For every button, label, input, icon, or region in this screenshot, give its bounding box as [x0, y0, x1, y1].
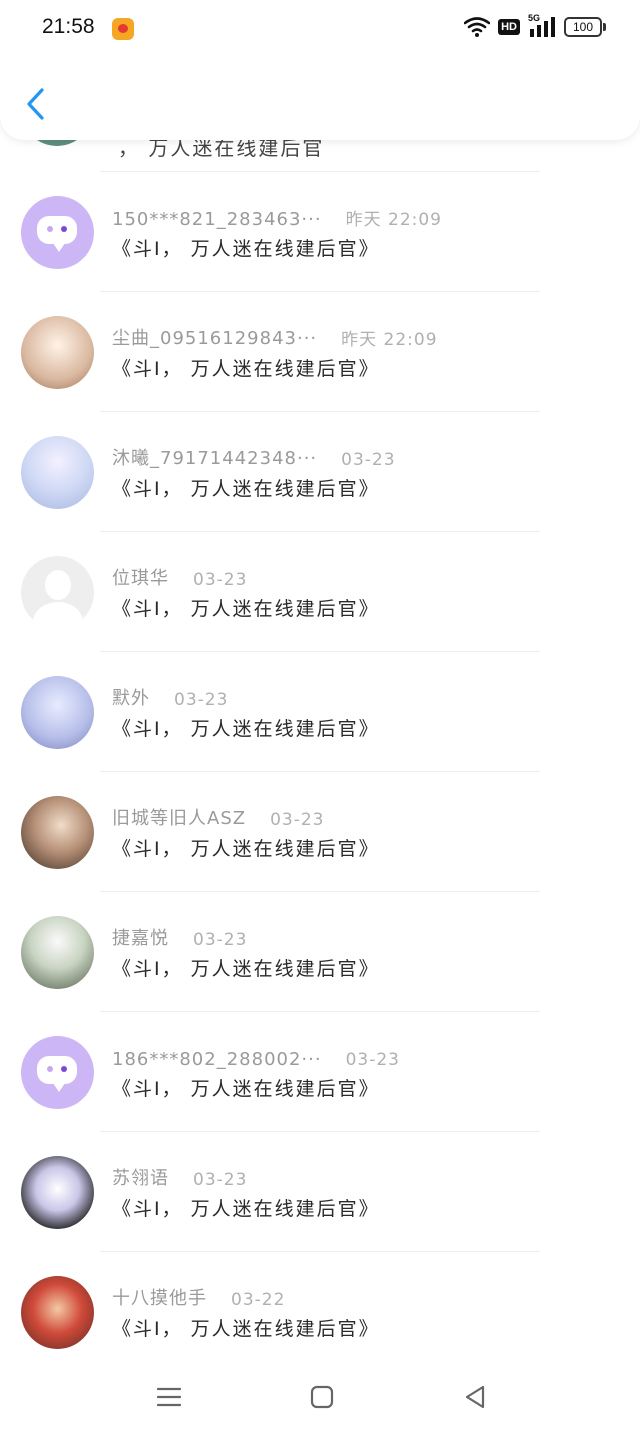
status-indicators: HD 5G 100 — [464, 13, 606, 38]
message-preview: 《斗I， 万人迷在线建后官》 — [112, 838, 380, 860]
avatar — [21, 1276, 94, 1349]
square-icon — [310, 1385, 334, 1409]
chat-list-screen: ， 万人迷在线建后官 21:58 HD 5G 100 150***821_283… — [0, 0, 640, 1433]
message-preview: 《斗I， 万人迷在线建后官》 — [112, 478, 380, 500]
timestamp: 03-23 — [345, 1050, 400, 1070]
timestamp: 03-23 — [193, 930, 248, 950]
contact-name: 默外 — [112, 688, 150, 709]
name-line: 旧城等旧人ASZ 03-23 — [112, 798, 520, 830]
timestamp: 03-23 — [270, 810, 325, 830]
menu-button[interactable] — [152, 1380, 186, 1414]
home-button[interactable] — [305, 1380, 339, 1414]
message-preview: 《斗I， 万人迷在线建后官》 — [112, 598, 380, 620]
name-line: 位琪华 03-23 — [112, 558, 520, 590]
list-item[interactable]: 十八摸他手 03-22 《斗I， 万人迷在线建后官》 — [0, 1252, 640, 1371]
contact-name: 沐曦_79171442348··· — [112, 448, 318, 469]
hd-badge: HD — [498, 19, 520, 35]
timestamp: 03-22 — [231, 1290, 286, 1310]
list-item[interactable]: 默外 03-23 《斗I， 万人迷在线建后官》 — [0, 652, 640, 771]
timestamp: 03-23 — [193, 1170, 248, 1190]
menu-icon — [156, 1387, 182, 1407]
timestamp: 昨天 22:09 — [341, 330, 438, 350]
name-line: 苏翎语 03-23 — [112, 1158, 520, 1190]
system-nav-bar — [0, 1360, 640, 1433]
back-button[interactable] — [18, 84, 54, 124]
contact-name: 捷嘉悦 — [112, 928, 169, 949]
wifi-icon — [464, 17, 491, 37]
avatar — [21, 676, 94, 749]
message-bubble-icon — [37, 1056, 77, 1092]
contact-name: 十八摸他手 — [112, 1288, 207, 1309]
contact-name: 150***821_283463··· — [112, 209, 322, 230]
message-bubble-icon — [37, 216, 77, 252]
name-line: 捷嘉悦 03-23 — [112, 918, 520, 950]
avatar — [21, 196, 94, 269]
previous-list-item[interactable]: ， 万人迷在线建后官 — [0, 140, 640, 172]
contact-name: 尘曲_09516129843··· — [112, 328, 318, 349]
message-preview: 《斗I， 万人迷在线建后官》 — [112, 238, 380, 260]
avatar — [21, 916, 94, 989]
timestamp: 03-23 — [193, 570, 248, 590]
avatar — [21, 796, 94, 869]
name-line: 尘曲_09516129843··· 昨天 22:09 — [112, 318, 520, 350]
list-item[interactable]: 尘曲_09516129843··· 昨天 22:09 《斗I， 万人迷在线建后官… — [0, 292, 640, 411]
avatar — [21, 316, 94, 389]
list-item[interactable]: 沐曦_79171442348··· 03-23 《斗I， 万人迷在线建后官》 — [0, 412, 640, 531]
name-line: 默外 03-23 — [112, 678, 520, 710]
timestamp: 昨天 22:09 — [345, 210, 442, 230]
chevron-left-icon — [27, 88, 44, 120]
signal-icon: 5G — [528, 13, 556, 38]
message-preview: 《斗I， 万人迷在线建后官》 — [112, 958, 380, 980]
list-item[interactable]: 苏翎语 03-23 《斗I， 万人迷在线建后官》 — [0, 1132, 640, 1251]
nav-back-button[interactable] — [458, 1380, 492, 1414]
contact-name: 位琪华 — [112, 568, 169, 589]
list-item[interactable]: 旧城等旧人ASZ 03-23 《斗I， 万人迷在线建后官》 — [0, 772, 640, 891]
name-line: 186***802_288002··· 03-23 — [112, 1038, 520, 1070]
contact-name: 旧城等旧人ASZ — [112, 808, 247, 829]
avatar — [21, 1036, 94, 1109]
name-line: 十八摸他手 03-22 — [112, 1278, 520, 1310]
list-item[interactable]: 186***802_288002··· 03-23 《斗I， 万人迷在线建后官》 — [0, 1012, 640, 1131]
list-item[interactable]: 位琪华 03-23 《斗I， 万人迷在线建后官》 — [0, 532, 640, 651]
avatar — [21, 436, 94, 509]
timestamp: 03-23 — [174, 690, 229, 710]
message-preview: 《斗I， 万人迷在线建后官》 — [112, 718, 380, 740]
status-bar: 21:58 HD 5G 100 — [0, 0, 640, 60]
list-item[interactable]: 捷嘉悦 03-23 《斗I， 万人迷在线建后官》 — [0, 892, 640, 1011]
avatar — [21, 140, 93, 146]
timestamp: 03-23 — [341, 450, 396, 470]
message-preview: 《斗I， 万人迷在线建后官》 — [112, 358, 380, 380]
message-preview: 《斗I， 万人迷在线建后官》 — [112, 1318, 380, 1340]
list-item[interactable]: 150***821_283463··· 昨天 22:09 《斗I， 万人迷在线建… — [0, 172, 640, 291]
battery-icon: 100 — [564, 17, 606, 37]
avatar — [21, 556, 94, 629]
previous-message-preview: ， 万人迷在线建后官 — [118, 140, 325, 160]
weibo-notification-icon — [112, 18, 134, 40]
contact-name: 186***802_288002··· — [112, 1049, 322, 1070]
header: 21:58 HD 5G 100 — [0, 0, 640, 140]
name-line: 沐曦_79171442348··· 03-23 — [112, 438, 520, 470]
name-line: 150***821_283463··· 昨天 22:09 — [112, 198, 520, 230]
triangle-back-icon — [465, 1385, 485, 1409]
status-time: 21:58 — [42, 15, 95, 38]
avatar — [21, 1156, 94, 1229]
contact-name: 苏翎语 — [112, 1168, 169, 1189]
message-preview: 《斗I， 万人迷在线建后官》 — [112, 1078, 380, 1100]
message-preview: 《斗I， 万人迷在线建后官》 — [112, 1198, 380, 1220]
